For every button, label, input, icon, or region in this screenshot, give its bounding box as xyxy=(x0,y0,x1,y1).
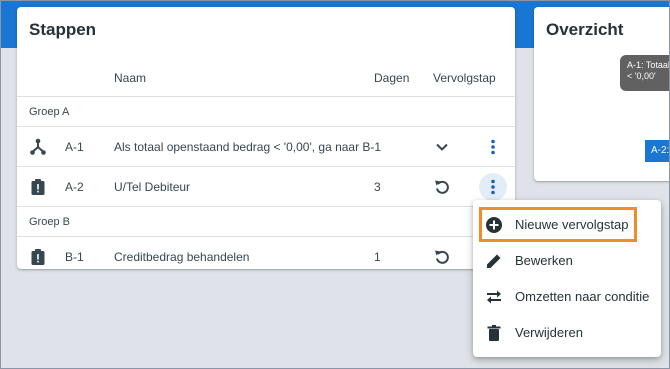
column-header-days: Dagen xyxy=(374,71,410,85)
step-days: 1 xyxy=(374,250,381,264)
branch-icon xyxy=(29,138,47,156)
restore-icon[interactable] xyxy=(433,178,451,196)
row-menu-button[interactable] xyxy=(479,133,507,161)
group-header-b: Groep B xyxy=(17,207,515,237)
menu-item-convert-to-condition[interactable]: Omzetten naar conditie xyxy=(473,279,661,315)
table-row[interactable]: A-2 U/Tel Debiteur 3 xyxy=(17,167,515,207)
trash-icon xyxy=(485,324,503,342)
menu-item-delete[interactable]: Verwijderen xyxy=(473,315,661,351)
row-context-menu: Nieuwe vervolgstap Bewerken Omzetten naa… xyxy=(473,200,661,357)
step-name: Als totaal openstaand bedrag < '0,00', g… xyxy=(114,140,382,154)
step-code: A-2 xyxy=(65,180,84,194)
menu-item-label: Nieuwe vervolgstap xyxy=(515,217,629,232)
menu-item-label: Bewerken xyxy=(515,253,573,268)
diagram-node-a2[interactable]: A-2: xyxy=(645,140,670,162)
clipboard-alert-icon xyxy=(29,248,47,266)
menu-item-edit[interactable]: Bewerken xyxy=(473,243,661,279)
group-header-a: Groep A xyxy=(17,97,515,127)
row-menu-button[interactable] xyxy=(479,173,507,201)
node-label: < '0,00' xyxy=(627,71,656,81)
step-code: A-1 xyxy=(65,140,84,154)
table-row[interactable]: A-1 Als totaal openstaand bedrag < '0,00… xyxy=(17,127,515,167)
column-header-next: Vervolgstap xyxy=(433,71,496,85)
node-label: A-1: Totaal xyxy=(627,60,670,70)
column-header-name: Naam xyxy=(114,71,147,85)
plus-circle-icon xyxy=(485,216,503,234)
restore-icon[interactable] xyxy=(433,248,451,266)
clipboard-alert-icon xyxy=(29,178,47,196)
group-label: Groep B xyxy=(29,216,70,228)
overview-panel-title: Overzicht xyxy=(546,20,624,39)
table-row[interactable]: B-1 Creditbedrag behandelen 1 xyxy=(17,237,515,277)
group-label: Groep A xyxy=(29,106,70,118)
step-code: B-1 xyxy=(65,250,84,264)
menu-item-label: Omzetten naar conditie xyxy=(515,289,650,304)
step-name: U/Tel Debiteur xyxy=(114,180,191,194)
swap-arrows-icon xyxy=(485,288,503,306)
steps-panel-title: Stappen xyxy=(29,20,97,39)
pencil-icon xyxy=(485,252,503,270)
menu-item-new-next-step[interactable]: Nieuwe vervolgstap xyxy=(473,207,661,243)
step-days: 3 xyxy=(374,180,381,194)
diagram-node-a1[interactable]: A-1: Totaal < '0,00' xyxy=(620,55,670,91)
step-name: Creditbedrag behandelen xyxy=(114,250,250,264)
steps-panel: Stappen Naam Dagen Vervolgstap Groep A A… xyxy=(17,7,515,269)
more-vertical-icon xyxy=(491,179,495,195)
more-vertical-icon xyxy=(491,139,495,155)
chevron-down-icon[interactable] xyxy=(433,138,451,156)
table-header: Naam Dagen Vervolgstap xyxy=(17,61,515,97)
menu-item-label: Verwijderen xyxy=(515,325,583,340)
overview-panel: Overzicht A-1: Totaal < '0,00' A-2: xyxy=(534,7,670,181)
